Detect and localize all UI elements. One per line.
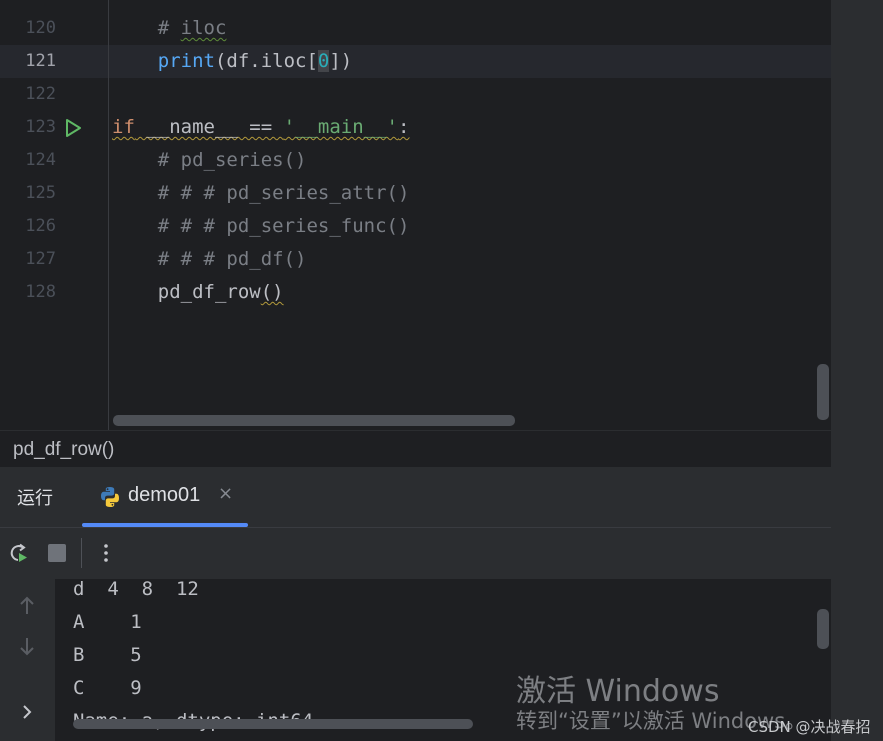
breadcrumb-label[interactable]: pd_df_row() xyxy=(13,439,114,460)
activation-watermark-title: 激活 Windows xyxy=(516,674,720,709)
console-line: B 5 xyxy=(73,644,142,666)
close-icon[interactable]: × xyxy=(218,483,233,504)
code-line[interactable]: 120 # iloc xyxy=(0,12,831,45)
console-horizontal-scrollbar[interactable] xyxy=(73,719,473,729)
code-line[interactable]: 125 # # # pd_series_attr() xyxy=(0,177,831,210)
code-token: # xyxy=(112,17,181,39)
console-side-toolbar xyxy=(0,579,55,741)
code-token: '__main__' xyxy=(283,116,398,138)
line-number: 123 xyxy=(25,117,56,137)
code-line[interactable]: 123 if __name__ == '__main__': xyxy=(0,111,831,144)
code-text[interactable]: if __name__ == '__main__': xyxy=(112,111,409,144)
code-token: # # # pd_series_attr() xyxy=(112,182,410,204)
run-tabs-bar: 运行 demo01 × xyxy=(0,467,831,528)
active-tab-indicator xyxy=(82,523,248,527)
code-token: iloc xyxy=(180,17,227,39)
editor-horizontal-scrollbar[interactable] xyxy=(113,415,515,426)
code-line[interactable]: 126 # # # pd_series_func() xyxy=(0,210,831,243)
tab-demo01[interactable]: demo01 × xyxy=(82,467,248,527)
python-icon xyxy=(101,487,119,507)
more-icon[interactable] xyxy=(94,541,118,565)
code-token: ]) xyxy=(329,50,353,72)
code-text[interactable]: print(df.iloc[0]) xyxy=(112,45,352,78)
csdn-watermark: CSDN @决战春招 xyxy=(748,718,871,736)
code-token: () xyxy=(260,281,284,303)
line-number: 128 xyxy=(25,282,56,302)
code-token: # pd_series() xyxy=(112,149,307,171)
code-line[interactable]: 128 pd_df_row() xyxy=(0,276,831,309)
editor-vertical-scrollbar[interactable] xyxy=(817,364,829,420)
code-text[interactable]: # # # pd_df() xyxy=(112,243,307,276)
code-text[interactable]: pd_df_row() xyxy=(112,276,284,309)
line-number: 127 xyxy=(25,249,56,269)
code-text[interactable]: # pd_series() xyxy=(112,144,307,177)
breadcrumb[interactable]: pd_df_row() xyxy=(0,430,831,467)
run-gutter-icon[interactable] xyxy=(62,117,84,139)
code-token: # # # pd_series_func() xyxy=(112,215,410,237)
code-text[interactable]: # # # pd_series_func() xyxy=(112,210,410,243)
code-line[interactable]: 122 xyxy=(0,78,831,111)
code-line[interactable]: 124 # pd_series() xyxy=(0,144,831,177)
up-arrow-icon[interactable] xyxy=(16,595,38,617)
tab-label[interactable]: demo01 xyxy=(128,484,200,507)
right-tool-strip xyxy=(831,0,883,741)
code-text[interactable]: # # # pd_series_attr() xyxy=(112,177,410,210)
line-number: 121 xyxy=(25,51,56,71)
console-line: A 1 xyxy=(73,611,142,633)
code-token: if xyxy=(112,116,135,138)
code-token: __name__ == xyxy=(134,116,284,138)
code-token: print xyxy=(112,50,215,72)
console-line: C 9 xyxy=(73,677,142,699)
down-arrow-icon[interactable] xyxy=(16,635,38,657)
line-number: 124 xyxy=(25,150,56,170)
stop-icon[interactable] xyxy=(45,541,69,565)
run-toolbar xyxy=(0,528,831,578)
line-number: 122 xyxy=(25,84,56,104)
console-line: d 4 8 12 xyxy=(73,578,199,600)
line-number: 120 xyxy=(25,18,56,38)
code-editor[interactable]: 120 # iloc 121 print(df.iloc[0]) 122 123 if … xyxy=(0,0,831,430)
chevron-right-icon[interactable] xyxy=(16,701,38,723)
code-token: 0 xyxy=(317,50,330,72)
rerun-icon[interactable] xyxy=(6,541,30,565)
code-token: pd_df_row xyxy=(112,281,261,303)
console-vertical-scrollbar[interactable] xyxy=(817,609,829,649)
code-token: (df.iloc[ xyxy=(214,50,318,72)
toolbar-separator xyxy=(81,538,82,568)
code-token: # # # pd_df() xyxy=(112,248,307,270)
code-text[interactable]: # iloc xyxy=(112,12,227,45)
code-token: : xyxy=(398,116,410,138)
line-number: 125 xyxy=(25,183,56,203)
code-line[interactable]: 121 print(df.iloc[0]) xyxy=(0,45,831,78)
code-line[interactable]: 127 # # # pd_df() xyxy=(0,243,831,276)
line-number: 126 xyxy=(25,216,56,236)
run-window-title: 运行 xyxy=(17,488,53,509)
